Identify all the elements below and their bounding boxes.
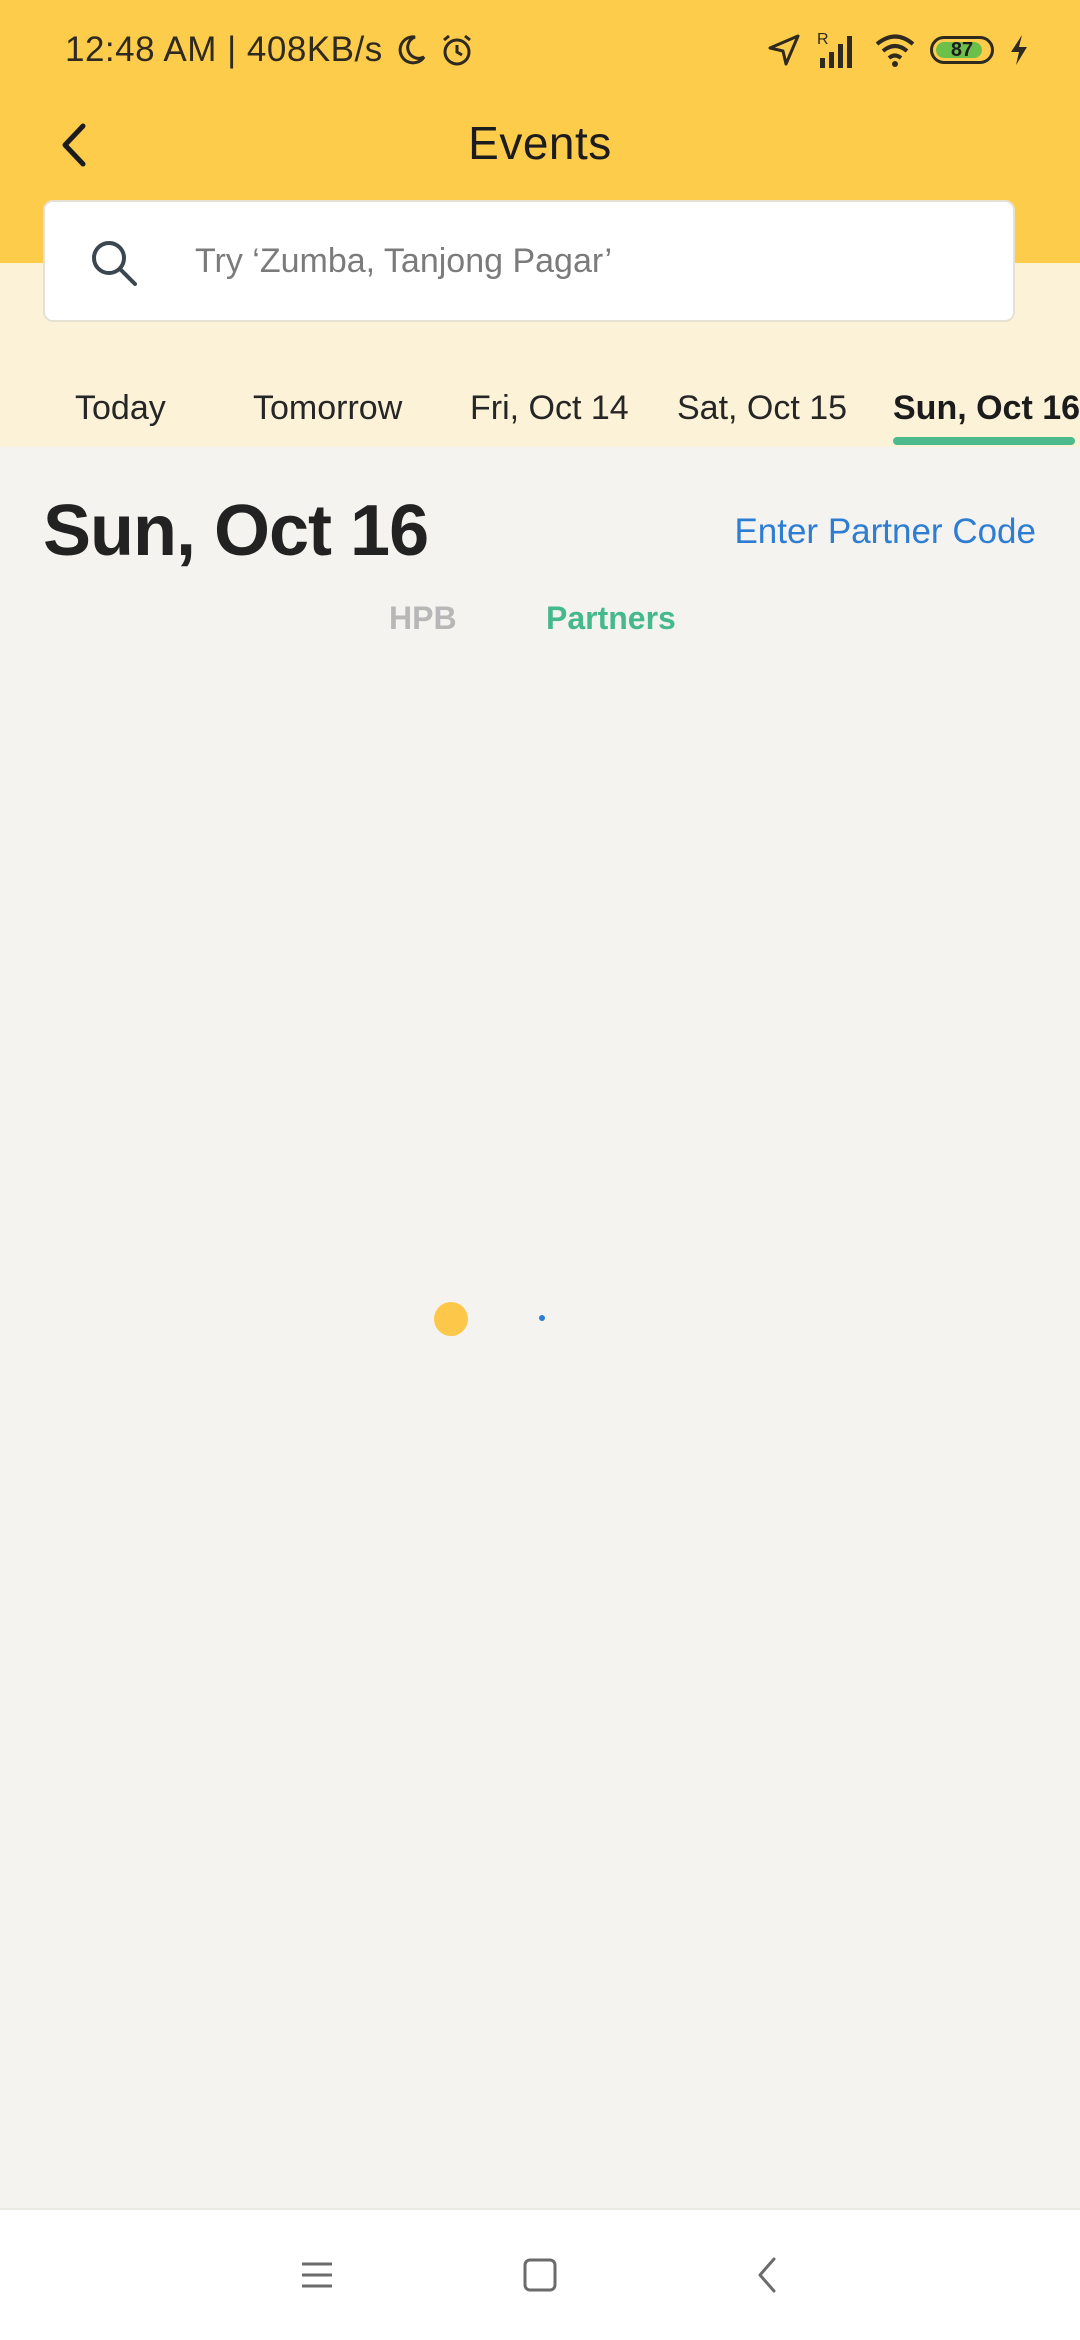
active-tab-indicator bbox=[893, 437, 1075, 445]
loading-indicator-dot-small bbox=[539, 1315, 545, 1321]
page-title: Events bbox=[468, 117, 612, 169]
search-input[interactable] bbox=[195, 202, 975, 320]
selected-date-heading: Sun, Oct 16 bbox=[43, 491, 429, 571]
home-button[interactable] bbox=[515, 2250, 565, 2300]
battery-icon: 87 bbox=[930, 36, 994, 64]
charging-icon bbox=[1011, 35, 1027, 65]
date-tab-sat-oct-15[interactable]: Sat, Oct 15 bbox=[677, 373, 847, 443]
date-tab-sun-oct-16[interactable]: Sun, Oct 16 bbox=[893, 373, 1080, 443]
top-app-bar: Events bbox=[0, 100, 1080, 190]
sub-tab-hpb[interactable]: HPB bbox=[389, 600, 457, 637]
recent-apps-button[interactable] bbox=[292, 2250, 342, 2300]
date-tab-fri-oct-14[interactable]: Fri, Oct 14 bbox=[470, 373, 629, 443]
date-tab-today[interactable]: Today bbox=[75, 373, 166, 443]
home-square-icon bbox=[523, 2258, 557, 2292]
search-bar[interactable] bbox=[43, 200, 1015, 322]
date-tab-tomorrow[interactable]: Tomorrow bbox=[253, 373, 402, 443]
search-icon bbox=[92, 241, 137, 286]
enter-partner-code-link[interactable]: Enter Partner Code bbox=[734, 512, 1036, 552]
location-arrow-icon bbox=[768, 34, 800, 66]
wifi-icon bbox=[875, 34, 915, 67]
battery-level: 87 bbox=[950, 38, 974, 61]
back-chevron-icon bbox=[758, 2257, 776, 2293]
alarm-icon bbox=[442, 34, 471, 66]
status-bar: 12:48 AM | 408KB/s R 87 bbox=[0, 0, 1080, 100]
signal-icon: R bbox=[817, 31, 852, 68]
status-time-speed: 12:48 AM | 408KB/s bbox=[65, 30, 383, 69]
moon-icon bbox=[398, 35, 425, 65]
loading-indicator-dot bbox=[434, 1302, 468, 1336]
status-left: 12:48 AM | 408KB/s bbox=[65, 28, 475, 72]
menu-icon bbox=[302, 2262, 332, 2288]
sub-tab-partners[interactable]: Partners bbox=[546, 600, 676, 637]
status-right: R 87 bbox=[766, 28, 1030, 72]
system-navigation-bar bbox=[0, 2208, 1080, 2340]
roaming-indicator: R bbox=[817, 31, 829, 48]
system-back-button[interactable] bbox=[742, 2250, 792, 2300]
